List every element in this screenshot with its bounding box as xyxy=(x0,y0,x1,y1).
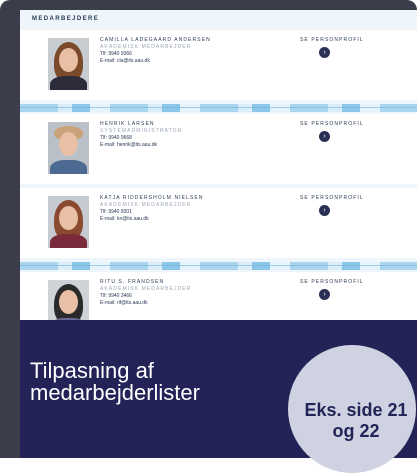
staff-phone: Tlf: 9940 9366 xyxy=(100,51,132,57)
staff-email[interactable]: E-mail: cla@its.aau.dk xyxy=(100,58,260,65)
staff-name: KATJA RIDDERSHOLM NIELSEN xyxy=(100,195,204,201)
profile-link[interactable]: SE PERSONPROFIL xyxy=(300,279,364,285)
staff-phone: Tlf: 9940 8301 xyxy=(100,209,132,215)
staff-name: HENRIK LARSEN xyxy=(100,121,155,127)
chevron-right-icon[interactable]: › xyxy=(319,47,330,58)
staff-card: KATJA RIDDERSHOLM NIELSEN AKADEMISK MEDA… xyxy=(20,188,417,258)
staff-role: AKADEMISK MEDARBEJDER xyxy=(100,202,192,208)
staff-photo xyxy=(48,196,89,248)
staff-phone: Tlf: 9940 9668 xyxy=(100,135,132,141)
profile-link[interactable]: SE PERSONPROFIL xyxy=(300,37,364,43)
staff-email[interactable]: E-mail: rif@its.aau.dk xyxy=(100,300,260,307)
staff-photo xyxy=(48,122,89,174)
divider-wave xyxy=(20,262,417,270)
staff-photo xyxy=(48,38,89,90)
staff-name: RITU S. FRANDSEN xyxy=(100,279,165,285)
staff-role: SYSTEMADMINISTRATOR xyxy=(100,128,183,134)
divider-wave xyxy=(20,104,417,112)
staff-email[interactable]: E-mail: henrik@its.aau.dk xyxy=(100,142,260,149)
section-title: MEDARBEJDERE xyxy=(32,16,100,22)
staff-role: AKADEMISK MEDARBEJDER xyxy=(100,286,192,292)
staff-card: HENRIK LARSEN SYSTEMADMINISTRATOR Tlf: 9… xyxy=(20,114,417,184)
profile-link[interactable]: SE PERSONPROFIL xyxy=(300,195,364,201)
banner-title: Tilpasning af medarbejderlister xyxy=(30,358,200,405)
badge-text: Eks. side 21 og 22 xyxy=(304,400,408,441)
staff-name: CAMILLA LADEGAARD ANDERSEN xyxy=(100,37,211,43)
profile-link[interactable]: SE PERSONPROFIL xyxy=(300,121,364,127)
chevron-right-icon[interactable]: › xyxy=(319,131,330,142)
chevron-right-icon[interactable]: › xyxy=(319,289,330,300)
staff-email[interactable]: E-mail: kn@its.aau.dk xyxy=(100,216,260,223)
staff-phone: Tlf: 9940 3466 xyxy=(100,293,132,299)
staff-card: CAMILLA LADEGAARD ANDERSEN AKADEMISK MED… xyxy=(20,30,417,100)
staff-role: AKADEMISK MEDARBEJDER xyxy=(100,44,192,50)
chevron-right-icon[interactable]: › xyxy=(319,205,330,216)
